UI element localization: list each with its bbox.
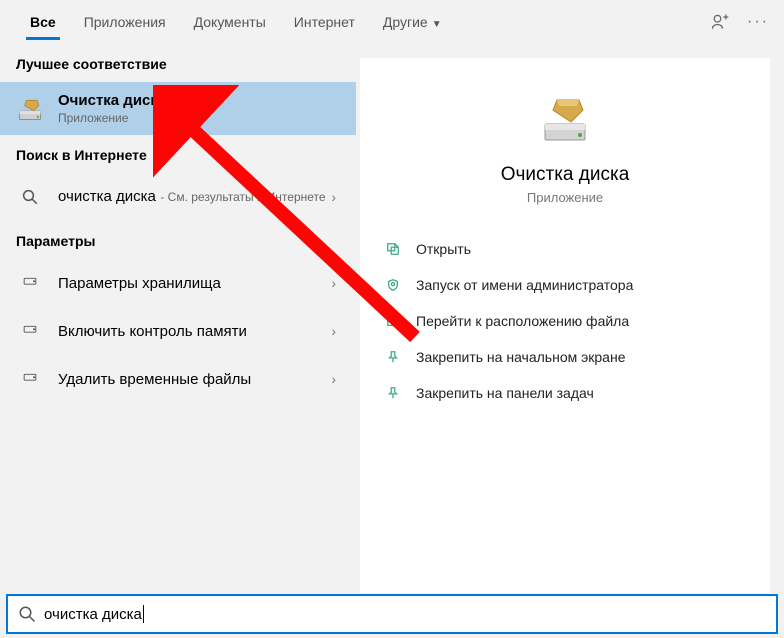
- web-search-hint: См. результаты в Интернете: [168, 190, 326, 204]
- tab-internet[interactable]: Интернет: [280, 4, 369, 40]
- settings-item-delete-temp[interactable]: Удалить временные файлы ›: [0, 355, 356, 403]
- action-pin-taskbar[interactable]: Закрепить на панели задач: [380, 375, 758, 411]
- admin-icon: [384, 276, 402, 294]
- action-pin-start[interactable]: Закрепить на начальном экране: [380, 339, 758, 375]
- drive-icon: [16, 317, 44, 345]
- filter-tabs: Все Приложения Документы Интернет Другие…: [0, 0, 784, 44]
- drive-icon: [16, 365, 44, 393]
- folder-icon: [384, 312, 402, 330]
- search-bar[interactable]: очистка диска: [6, 594, 778, 634]
- chevron-down-icon: ▼: [432, 19, 442, 30]
- drive-icon: [16, 269, 44, 297]
- action-run-as-admin[interactable]: Запуск от имени администратора: [380, 267, 758, 303]
- best-match-item[interactable]: Очистка диска Приложение: [0, 82, 356, 135]
- tab-apps[interactable]: Приложения: [70, 4, 180, 40]
- web-search-item[interactable]: очистка диска - См. результаты в Интерне…: [0, 173, 356, 221]
- tab-documents[interactable]: Документы: [180, 4, 280, 40]
- chevron-right-icon[interactable]: ›: [327, 275, 340, 291]
- tab-all[interactable]: Все: [16, 4, 70, 40]
- search-input[interactable]: очистка диска: [44, 606, 142, 623]
- text-cursor: [143, 605, 144, 623]
- action-list: Открыть Запуск от имени администратора П…: [372, 231, 758, 411]
- chevron-right-icon[interactable]: ›: [327, 189, 340, 205]
- settings-item-storage[interactable]: Параметры хранилища ›: [0, 259, 356, 307]
- pin-icon: [384, 384, 402, 402]
- disk-cleanup-icon: [16, 95, 44, 123]
- open-icon: [384, 240, 402, 258]
- action-open-file-location[interactable]: Перейти к расположению файла: [380, 303, 758, 339]
- chevron-right-icon[interactable]: ›: [327, 371, 340, 387]
- settings-item-memory-control[interactable]: Включить контроль памяти ›: [0, 307, 356, 355]
- best-match-subtitle: Приложение: [58, 111, 340, 125]
- section-best-match: Лучшее соответствие: [0, 44, 356, 82]
- search-icon: [16, 183, 44, 211]
- web-search-term: очистка диска: [58, 188, 156, 205]
- feedback-icon[interactable]: [710, 12, 730, 32]
- action-open[interactable]: Открыть: [380, 231, 758, 267]
- pin-icon: [384, 348, 402, 366]
- chevron-right-icon[interactable]: ›: [327, 323, 340, 339]
- section-settings: Параметры: [0, 221, 356, 259]
- search-icon: [18, 605, 36, 623]
- preview-title: Очистка диска: [372, 164, 758, 186]
- tab-more[interactable]: Другие▼: [369, 4, 456, 40]
- preview-subtitle: Приложение: [372, 190, 758, 205]
- section-web-search: Поиск в Интернете: [0, 135, 356, 173]
- more-icon[interactable]: ···: [748, 12, 768, 32]
- preview-panel: Очистка диска Приложение Открыть Запуск: [360, 58, 770, 593]
- results-panel: Лучшее соответствие Очистка диска Прилож…: [0, 44, 356, 593]
- best-match-title: Очистка диска: [58, 92, 340, 109]
- disk-cleanup-large-icon: [537, 90, 593, 146]
